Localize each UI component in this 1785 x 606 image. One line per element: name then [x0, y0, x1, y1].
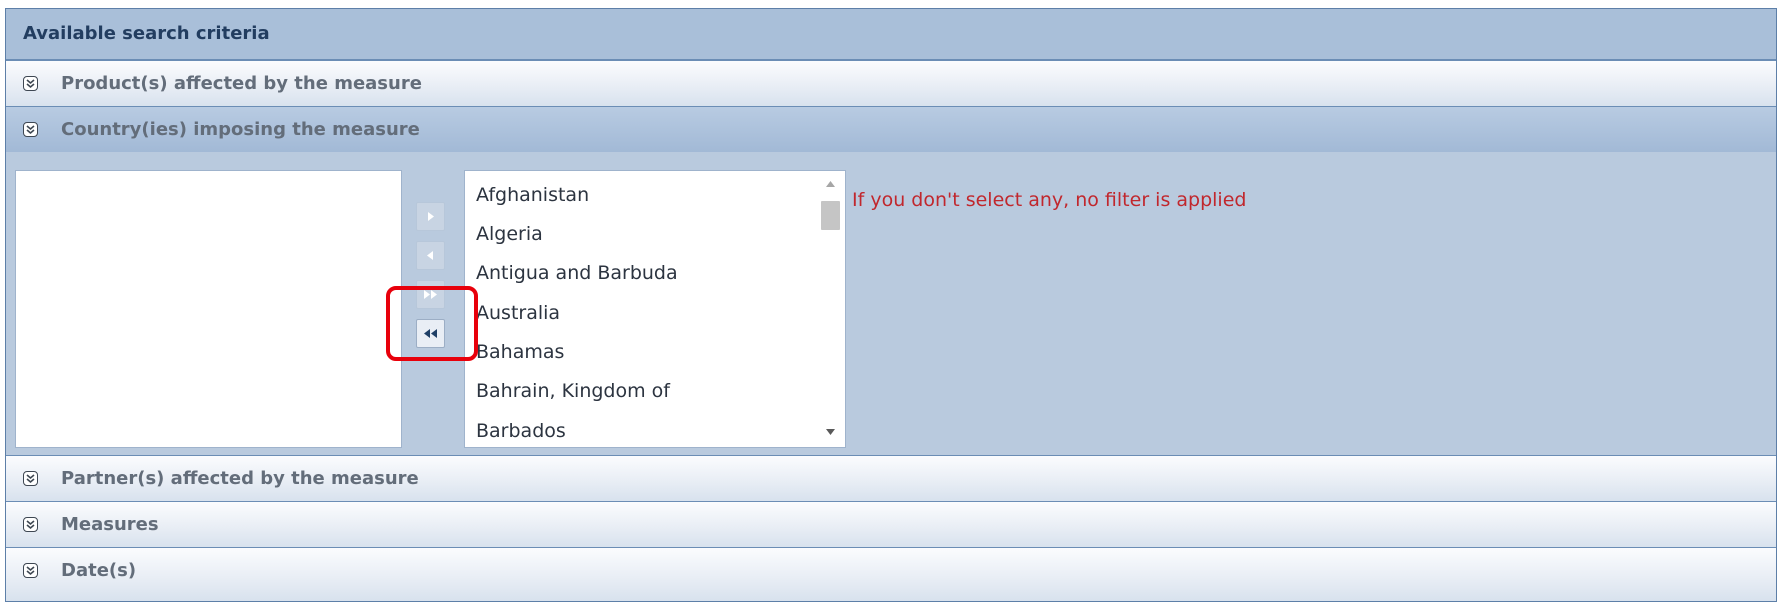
available-countries-list[interactable]: Afghanistan Algeria Antigua and Barbuda … — [464, 170, 846, 448]
section-label: Measures — [61, 514, 159, 535]
section-dates[interactable]: Date(s) — [6, 547, 1776, 601]
move-all-right-button[interactable] — [416, 280, 445, 309]
section-partners[interactable]: Partner(s) affected by the measure — [6, 455, 1776, 501]
double-arrow-left-icon — [424, 329, 437, 338]
section-label: Product(s) affected by the measure — [61, 73, 422, 94]
move-selected-left-button[interactable] — [416, 241, 445, 270]
collapse-icon[interactable] — [23, 122, 38, 137]
list-item[interactable]: Algeria — [476, 223, 543, 245]
scroll-up-icon[interactable] — [823, 179, 838, 189]
arrow-left-icon — [427, 251, 433, 260]
scroll-down-icon[interactable] — [823, 427, 838, 437]
expand-icon[interactable] — [23, 563, 38, 578]
expand-icon[interactable] — [23, 517, 38, 532]
panel-title: Available search criteria — [6, 9, 1776, 60]
selected-countries-list[interactable] — [15, 170, 402, 448]
expand-icon[interactable] — [23, 76, 38, 91]
scroll-thumb[interactable] — [821, 201, 840, 230]
list-item[interactable]: Bahrain, Kingdom of — [476, 380, 670, 402]
list-item[interactable]: Barbados — [476, 420, 566, 442]
list-item[interactable]: Antigua and Barbuda — [476, 262, 678, 284]
expand-icon[interactable] — [23, 471, 38, 486]
section-products[interactable]: Product(s) affected by the measure — [6, 60, 1776, 106]
double-arrow-right-icon — [424, 290, 437, 299]
section-countries[interactable]: Country(ies) imposing the measure — [6, 106, 1776, 152]
section-label: Partner(s) affected by the measure — [61, 468, 419, 489]
move-selected-right-button[interactable] — [416, 202, 445, 231]
list-item[interactable]: Bahamas — [476, 341, 564, 363]
arrow-right-icon — [428, 212, 434, 221]
move-all-left-button[interactable] — [416, 319, 445, 348]
search-criteria-panel: Available search criteria Product(s) aff… — [5, 8, 1777, 602]
filter-hint: If you don't select any, no filter is ap… — [852, 189, 1247, 211]
section-label: Country(ies) imposing the measure — [61, 119, 420, 140]
list-item[interactable]: Afghanistan — [476, 184, 589, 206]
scrollbar[interactable] — [815, 171, 845, 447]
section-measures[interactable]: Measures — [6, 501, 1776, 547]
list-item[interactable]: Australia — [476, 302, 560, 324]
section-label: Date(s) — [61, 560, 137, 581]
